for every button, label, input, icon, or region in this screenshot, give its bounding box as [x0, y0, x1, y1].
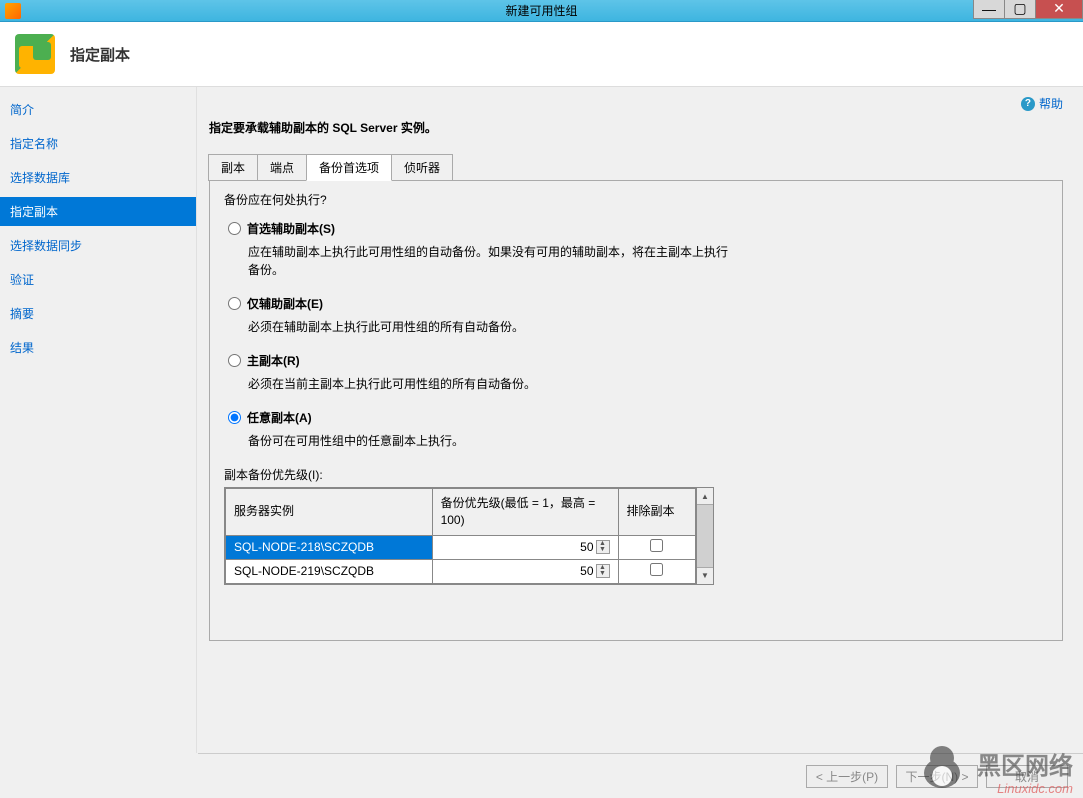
tab-content: 备份应在何处执行? 首选辅助副本(S) 应在辅助副本上执行此可用性组的自动备份。…: [209, 181, 1063, 641]
scroll-track[interactable]: [697, 505, 713, 567]
sidebar-item-sync[interactable]: 选择数据同步: [0, 231, 196, 260]
radio-option-primary: 主副本(R) 必须在当前主副本上执行此可用性组的所有自动备份。: [228, 352, 1048, 393]
radio-option-any: 任意副本(A) 备份可在可用性组中的任意副本上执行。: [228, 409, 1048, 450]
cell-exclude: [618, 535, 696, 559]
radio-primary[interactable]: [228, 354, 241, 367]
spinner-buttons[interactable]: ▲▼: [596, 540, 610, 554]
window-title: 新建可用性组: [505, 2, 577, 19]
radio-desc: 应在辅助副本上执行此可用性组的自动备份。如果没有可用的辅助副本，将在主副本上执行…: [248, 243, 728, 279]
help-label: 帮助: [1039, 95, 1063, 112]
priority-value: 50: [580, 540, 593, 554]
scroll-up-icon[interactable]: ▲: [697, 488, 713, 505]
table-scrollbar[interactable]: ▲ ▼: [696, 488, 713, 584]
radio-desc: 必须在当前主副本上执行此可用性组的所有自动备份。: [248, 375, 728, 393]
cell-priority[interactable]: 50 ▲▼: [432, 559, 618, 583]
col-header-priority[interactable]: 备份优先级(最低 = 1，最高 = 100): [432, 489, 618, 536]
radio-desc: 必须在辅助副本上执行此可用性组的所有自动备份。: [248, 318, 728, 336]
col-header-server[interactable]: 服务器实例: [226, 489, 433, 536]
next-button[interactable]: 下一步(N) >: [896, 765, 978, 788]
radio-option-prefer-secondary: 首选辅助副本(S) 应在辅助副本上执行此可用性组的自动备份。如果没有可用的辅助副…: [228, 220, 1048, 279]
radio-label: 仅辅助副本(E): [247, 295, 323, 312]
close-button[interactable]: ✕: [1035, 0, 1083, 19]
radio-prefer-secondary[interactable]: [228, 222, 241, 235]
footer: < 上一步(P) 下一步(N) > 取消: [198, 753, 1083, 798]
priority-table-wrapper: 服务器实例 备份优先级(最低 = 1，最高 = 100) 排除副本 SQL-NO…: [224, 487, 714, 585]
table-row[interactable]: SQL-NODE-218\SCZQDB 50 ▲▼: [226, 535, 696, 559]
priority-table: 服务器实例 备份优先级(最低 = 1，最高 = 100) 排除副本 SQL-NO…: [225, 488, 696, 584]
app-icon: [5, 3, 21, 19]
tab-endpoint[interactable]: 端点: [257, 154, 307, 181]
radio-secondary-only[interactable]: [228, 297, 241, 310]
maximize-button[interactable]: ▢: [1004, 0, 1036, 19]
exclude-checkbox[interactable]: [650, 563, 663, 576]
page-title: 指定副本: [70, 44, 130, 65]
radio-label: 任意副本(A): [247, 409, 312, 426]
sidebar: 简介 指定名称 选择数据库 指定副本 选择数据同步 验证 摘要 结果: [0, 87, 197, 753]
radio-label: 主副本(R): [247, 352, 300, 369]
cell-server: SQL-NODE-219\SCZQDB: [226, 559, 433, 583]
table-row[interactable]: SQL-NODE-219\SCZQDB 50 ▲▼: [226, 559, 696, 583]
col-header-exclude[interactable]: 排除副本: [618, 489, 696, 536]
wizard-icon: [15, 34, 55, 74]
spin-down-icon[interactable]: ▼: [597, 571, 609, 577]
spin-down-icon[interactable]: ▼: [597, 547, 609, 553]
help-link[interactable]: ? 帮助: [1021, 95, 1063, 112]
exclude-checkbox[interactable]: [650, 539, 663, 552]
sidebar-item-validate[interactable]: 验证: [0, 265, 196, 294]
tab-backup-pref[interactable]: 备份首选项: [306, 154, 392, 181]
sidebar-item-summary[interactable]: 摘要: [0, 299, 196, 328]
sidebar-item-intro[interactable]: 简介: [0, 95, 196, 124]
tab-listener[interactable]: 侦听器: [391, 154, 453, 181]
titlebar: 新建可用性组 — ▢ ✕: [0, 0, 1083, 22]
minimize-button[interactable]: —: [973, 0, 1005, 19]
sidebar-item-database[interactable]: 选择数据库: [0, 163, 196, 192]
priority-table-label: 副本备份优先级(I):: [224, 466, 1048, 483]
cell-exclude: [618, 559, 696, 583]
backup-location-radio-group: 首选辅助副本(S) 应在辅助副本上执行此可用性组的自动备份。如果没有可用的辅助副…: [228, 220, 1048, 450]
question-label: 备份应在何处执行?: [224, 191, 1048, 208]
tabs: 副本 端点 备份首选项 侦听器: [208, 154, 1063, 181]
watermark-url: Linuxidc.com: [997, 781, 1073, 796]
radio-option-secondary-only: 仅辅助副本(E) 必须在辅助副本上执行此可用性组的所有自动备份。: [228, 295, 1048, 336]
radio-desc: 备份可在可用性组中的任意副本上执行。: [248, 432, 728, 450]
tab-replica[interactable]: 副本: [208, 154, 258, 181]
sidebar-item-name[interactable]: 指定名称: [0, 129, 196, 158]
radio-label: 首选辅助副本(S): [247, 220, 335, 237]
priority-value: 50: [580, 564, 593, 578]
content-area: ? 帮助 指定要承载辅助副本的 SQL Server 实例。 副本 端点 备份首…: [197, 87, 1083, 753]
spinner-buttons[interactable]: ▲▼: [596, 564, 610, 578]
instruction-label: 指定要承载辅助副本的 SQL Server 实例。: [209, 119, 1063, 136]
header-section: 指定副本: [0, 22, 1083, 87]
sidebar-item-replica[interactable]: 指定副本: [0, 197, 196, 226]
cell-priority[interactable]: 50 ▲▼: [432, 535, 618, 559]
help-icon: ?: [1021, 97, 1035, 111]
radio-any[interactable]: [228, 411, 241, 424]
window-controls: — ▢ ✕: [974, 0, 1083, 19]
scroll-down-icon[interactable]: ▼: [697, 567, 713, 584]
prev-button[interactable]: < 上一步(P): [806, 765, 888, 788]
cell-server: SQL-NODE-218\SCZQDB: [226, 535, 433, 559]
sidebar-item-result[interactable]: 结果: [0, 333, 196, 362]
main-container: 简介 指定名称 选择数据库 指定副本 选择数据同步 验证 摘要 结果 ? 帮助 …: [0, 87, 1083, 753]
